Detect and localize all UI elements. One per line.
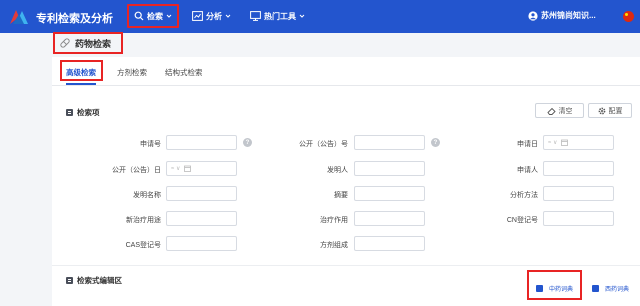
app-no-input[interactable] [166, 135, 237, 150]
search-items-title: 检索项 [77, 108, 100, 117]
app-logo-icon [10, 10, 28, 24]
applicant-input[interactable] [543, 161, 614, 176]
treat-effect-input[interactable] [354, 211, 425, 226]
field-label-app-no: 申请号 [140, 141, 161, 148]
abstract-input[interactable] [354, 186, 425, 201]
chevron-down-icon [299, 14, 305, 18]
book-icon [592, 285, 599, 292]
field-label-app-date: 申请日 [517, 141, 538, 148]
page-title-box: 药物检索 [53, 32, 123, 54]
config-button-label: 配置 [608, 107, 623, 115]
field-label-abstract: 摘要 [334, 192, 348, 199]
nav-analysis[interactable]: 分析 [192, 4, 231, 28]
section-divider [52, 265, 640, 266]
field-label-treat-effect: 治疗作用 [320, 217, 348, 224]
cn-reg-input[interactable] [543, 211, 614, 226]
clear-button-label: 清空 [558, 107, 573, 115]
user-avatar-icon [528, 10, 538, 21]
language-flag-icon[interactable] [623, 11, 634, 22]
help-icon[interactable]: ? [431, 138, 440, 147]
search-icon [134, 11, 144, 21]
help-icon[interactable]: ? [243, 138, 252, 147]
field-label-cn-reg: CN登记号 [506, 217, 538, 224]
inv-name-input[interactable] [166, 186, 237, 201]
monitor-icon [250, 11, 261, 21]
cn-dict-button[interactable]: 中药词典 [536, 282, 573, 295]
formula-input[interactable] [354, 236, 425, 251]
calendar-icon [184, 165, 192, 172]
clear-button[interactable]: 清空 [535, 103, 584, 118]
nav-hot-tools-label: 热门工具 [264, 11, 296, 21]
tab-formula-search[interactable]: 方剂检索 [117, 67, 147, 78]
page-title: 药物检索 [75, 38, 112, 49]
nav-analysis-label: 分析 [206, 11, 222, 21]
pill-icon [60, 38, 70, 48]
tab-structure-search[interactable]: 结构式检索 [165, 67, 203, 78]
date-range-toggle: ≈ ∨ [171, 166, 181, 172]
west-dict-label: 西药词典 [605, 287, 630, 293]
nav-hot-tools[interactable]: 热门工具 [250, 4, 305, 28]
search-items-header: 检索项 [66, 107, 100, 118]
inventor-input[interactable] [354, 161, 425, 176]
list-icon [66, 277, 73, 284]
field-label-cas-reg: CAS登记号 [125, 242, 161, 249]
calendar-icon [561, 139, 569, 146]
pub-date-picker[interactable]: ≈ ∨ [166, 161, 237, 176]
config-button[interactable]: 配置 [588, 103, 632, 118]
field-label-inv-name: 发明名称 [133, 192, 161, 199]
date-range-toggle: ≈ ∨ [548, 140, 558, 146]
analysis-method-input[interactable] [543, 186, 614, 201]
eraser-icon [546, 107, 556, 115]
nav-search-label: 检索 [147, 11, 163, 21]
field-label-applicant: 申请人 [517, 167, 538, 174]
field-label-formula: 方剂组成 [320, 242, 348, 249]
nav-search[interactable]: 检索 [127, 4, 179, 28]
cn-dict-label: 中药词典 [549, 287, 574, 293]
field-label-pub-no: 公开（公告）号 [299, 141, 348, 148]
gear-icon [598, 107, 605, 114]
chevron-down-icon [166, 14, 172, 18]
field-label-new-use: 新治疗用途 [126, 217, 161, 224]
user-name: 苏州锦尚知识... [541, 11, 596, 20]
editor-section-header: 检索式编辑区 [66, 275, 122, 286]
book-icon [536, 285, 543, 292]
field-label-analysis-method: 分析方法 [510, 192, 538, 199]
active-tab-underline [66, 83, 96, 85]
cas-reg-input[interactable] [166, 236, 237, 251]
new-use-input[interactable] [166, 211, 237, 226]
chart-icon [192, 11, 203, 21]
editor-section-title: 检索式编辑区 [77, 276, 122, 285]
west-dict-button[interactable]: 西药词典 [592, 282, 629, 295]
app-title: 专利检索及分析 [36, 13, 113, 25]
search-card [52, 57, 640, 306]
user-menu[interactable]: 苏州锦尚知识... [528, 10, 596, 21]
pub-no-input[interactable] [354, 135, 425, 150]
chevron-down-icon [225, 14, 231, 18]
top-navigation-bar: 专利检索及分析 检索 分析 热门工具 苏州锦尚知识... [0, 0, 640, 33]
list-icon [66, 109, 73, 116]
field-label-inventor: 发明人 [327, 167, 348, 174]
app-date-picker[interactable]: ≈ ∨ [543, 135, 614, 150]
tab-advanced-search[interactable]: 高级检索 [66, 67, 96, 78]
field-label-pub-date: 公开（公告）日 [112, 167, 161, 174]
